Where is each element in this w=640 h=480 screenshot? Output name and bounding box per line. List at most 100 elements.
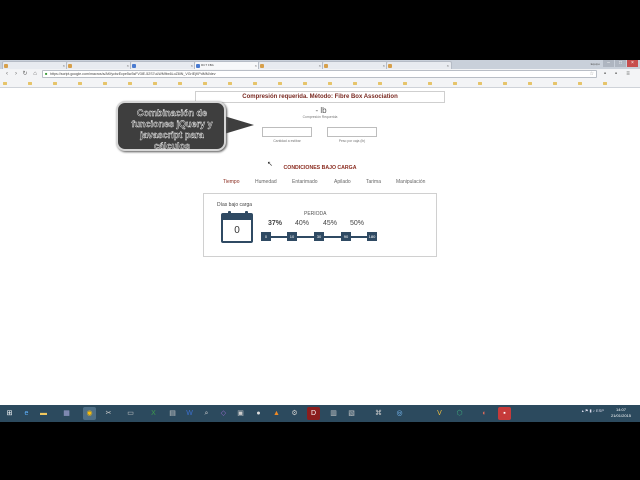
settings-icon[interactable]: ⚙ (288, 407, 301, 420)
globe-icon[interactable]: ◎ (393, 407, 406, 420)
extension-icon[interactable]: ▪ (601, 70, 609, 78)
browser-tab-2[interactable]: × (66, 61, 132, 69)
excel-icon[interactable]: X (147, 407, 160, 420)
bookmark-item[interactable] (228, 81, 250, 86)
lock-icon: ■ (45, 71, 48, 76)
visual-studio-icon[interactable]: ◇ (217, 407, 230, 420)
language-indicator: ESP (595, 408, 604, 413)
forward-icon[interactable]: › (12, 70, 20, 78)
vlc-icon[interactable]: ▲ (270, 407, 283, 420)
back-icon[interactable]: ‹ (3, 70, 11, 78)
favicon-icon (196, 64, 200, 68)
bookmark-item[interactable] (453, 81, 475, 86)
quantity-input[interactable] (262, 127, 312, 137)
step-90[interactable]: 90 (341, 232, 351, 241)
bookmark-item[interactable] (528, 81, 550, 86)
favicon-icon (68, 64, 72, 68)
step-30[interactable]: 30 (314, 232, 324, 241)
close-tab-icon[interactable]: × (383, 62, 385, 69)
media-icon[interactable]: ◐ (478, 407, 491, 420)
close-tab-icon[interactable]: × (255, 62, 257, 69)
minimize-icon[interactable]: – (603, 60, 614, 67)
ie-icon[interactable]: e (20, 407, 33, 420)
bookmark-item[interactable] (578, 81, 600, 86)
bookmark-item[interactable] (353, 81, 375, 86)
bookmark-item[interactable] (603, 81, 625, 86)
close-tab-icon[interactable]: × (63, 62, 65, 69)
folder-icon[interactable]: ▬ (37, 407, 50, 420)
control-panel-icon[interactable]: ▦ (60, 407, 73, 420)
step-180[interactable]: 180 (367, 232, 377, 241)
calc-icon[interactable]: ▤ (166, 407, 179, 420)
bookmark-star-icon[interactable]: ☆ (590, 71, 594, 77)
monitor-icon[interactable]: ▭ (124, 407, 137, 420)
photo-icon[interactable]: ▧ (345, 407, 358, 420)
bookmark-item[interactable] (553, 81, 575, 86)
step-0[interactable]: 0 (261, 232, 271, 241)
browser-tab-3[interactable]: × (130, 61, 196, 69)
browser-tab-6[interactable]: × (322, 61, 388, 69)
reload-icon[interactable]: ↻ (21, 70, 29, 78)
bookmark-item[interactable] (3, 81, 25, 86)
bookmark-item[interactable] (478, 81, 500, 86)
bookmark-item[interactable] (328, 81, 350, 86)
close-tab-icon[interactable]: × (447, 62, 449, 69)
tab-tarima[interactable]: Tarima (366, 179, 381, 185)
bookmark-item[interactable] (103, 81, 125, 86)
condition-tabs: Tiempo Humedad Entarimado Apilado Tarima… (215, 179, 445, 187)
close-window-icon[interactable]: × (627, 60, 638, 67)
tab-manipulacion[interactable]: Manipulación (396, 179, 425, 185)
bookmark-item[interactable] (378, 81, 400, 86)
paint-icon[interactable]: ● (252, 407, 265, 420)
d-app-icon[interactable]: D (307, 407, 320, 420)
bookmark-item[interactable] (278, 81, 300, 86)
browser-tab-4[interactable]: RCT FBA × (194, 61, 260, 69)
browser-tab-5[interactable]: × (258, 61, 324, 69)
chrome-icon[interactable]: ◉ (83, 407, 96, 420)
time-conditions-card: Días bajo carga 0 PERIODA 37% 40% 45% 50… (203, 193, 437, 257)
menu-icon[interactable]: ≡ (624, 70, 632, 78)
bookmark-item[interactable] (28, 81, 50, 86)
browser-tab-7[interactable]: × (386, 61, 452, 69)
bookmark-item[interactable] (53, 81, 75, 86)
maximize-icon[interactable]: □ (615, 60, 626, 67)
bookmark-item[interactable] (178, 81, 200, 86)
image-icon[interactable]: ▣ (234, 407, 247, 420)
bookmark-item[interactable] (253, 81, 275, 86)
clock[interactable]: 14:07 21/01/2015 (606, 407, 636, 419)
windows-icon[interactable]: ⊞ (3, 407, 16, 420)
weight-per-box-input[interactable] (327, 127, 377, 137)
network-icon[interactable]: ⌘ (372, 407, 385, 420)
system-tray[interactable]: ▴ ⚑ ▮ ♪ ESP (582, 408, 604, 413)
bookmark-item[interactable] (78, 81, 100, 86)
clock-date: 21/01/2015 (610, 413, 632, 418)
bookmark-item[interactable] (303, 81, 325, 86)
bookmark-item[interactable] (503, 81, 525, 86)
step-10[interactable]: 10 (287, 232, 297, 241)
tools-icon[interactable]: ✂ (102, 407, 115, 420)
address-bar[interactable]: ■ https://script.google.com/macros/s/AKf… (42, 70, 597, 78)
bookmark-item[interactable] (428, 81, 450, 86)
tab-apilado[interactable]: Apilado (334, 179, 351, 185)
tab-humedad[interactable]: Humedad (255, 179, 277, 185)
xamarin-icon[interactable]: ⬡ (453, 407, 466, 420)
chart-icon[interactable]: ▥ (327, 407, 340, 420)
close-tab-icon[interactable]: × (191, 62, 193, 69)
pdf-icon[interactable]: ▪ (498, 407, 511, 420)
bookmark-item[interactable] (203, 81, 225, 86)
browser-tab-1[interactable]: × (2, 61, 68, 69)
bookmark-item[interactable] (153, 81, 175, 86)
v-app-icon[interactable]: V (433, 407, 446, 420)
profile-label[interactable]: Equipo (591, 61, 600, 68)
bookmark-item[interactable] (128, 81, 150, 86)
close-tab-icon[interactable]: × (319, 62, 321, 69)
extension-icon-2[interactable]: ▪ (612, 70, 620, 78)
search-icon[interactable]: ⌕ (200, 407, 213, 420)
tab-tiempo[interactable]: Tiempo (223, 179, 240, 185)
home-icon[interactable]: ⌂ (31, 70, 39, 78)
percentage-label: 37% (267, 220, 282, 227)
tab-entarimado[interactable]: Entarimado (292, 179, 318, 185)
word-icon[interactable]: W (183, 407, 196, 420)
close-tab-icon[interactable]: × (127, 62, 129, 69)
bookmark-item[interactable] (403, 81, 425, 86)
